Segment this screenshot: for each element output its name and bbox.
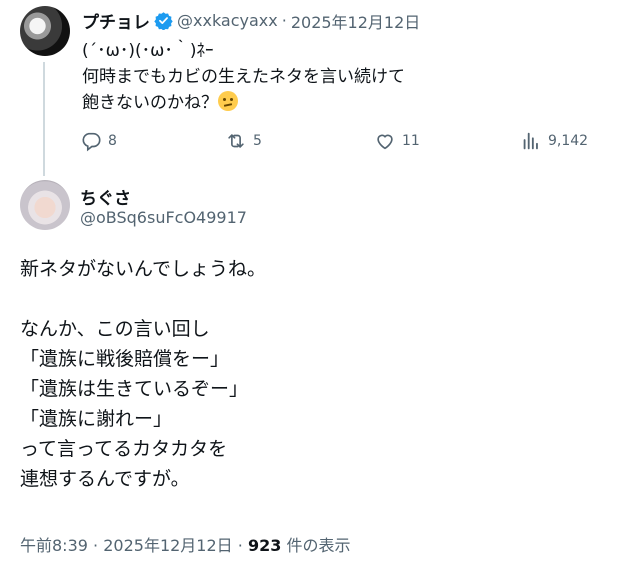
verified-badge-icon: [154, 12, 173, 30]
tweet-date[interactable]: 2025年12月12日: [291, 9, 420, 33]
heart-icon: [377, 134, 393, 150]
avatar[interactable]: [20, 180, 70, 230]
tweet-text-body: (´･ω･)(･ω･｀)ﾈｰ 何時までもカビの生えたネタを言い続けて 飽きないの…: [82, 41, 405, 113]
views-label: 件の表示: [286, 536, 351, 555]
main-tweet-header: ちぐさ @oBSq6suFcO49917: [20, 180, 610, 236]
separator-dot: ·: [281, 11, 287, 30]
thinking-face-emoji-icon: [218, 91, 238, 111]
avatar[interactable]: [20, 6, 70, 56]
separator-dot: ·: [237, 536, 243, 555]
like-button[interactable]: 11: [374, 130, 420, 152]
tweet-actions: 8 5 11 9,142: [80, 130, 590, 154]
handle[interactable]: @oBSq6suFcO49917: [80, 208, 247, 227]
handle[interactable]: @xxkacyaxx: [177, 11, 278, 30]
views-button[interactable]: 9,142: [520, 130, 588, 152]
views-count: 9,142: [548, 133, 589, 149]
tweet-text: (´･ω･)(･ω･｀)ﾈｰ 何時までもカビの生えたネタを言い続けて 飽きないの…: [82, 38, 405, 116]
reply-button[interactable]: 8: [80, 130, 117, 152]
repost-icon: [228, 134, 244, 148]
tweet-time[interactable]: 午前8:39: [20, 536, 88, 555]
display-name[interactable]: ちぐさ: [80, 184, 131, 209]
views-count: 923: [247, 536, 282, 555]
thread-connector-line: [43, 62, 45, 176]
repost-count: 5: [253, 133, 262, 149]
main-tweet-text: 新ネタがないんでしょうね。 なんか、この言い回し 「遺族に戦後賠償をー」 「遺族…: [20, 258, 267, 490]
tweet-date[interactable]: 2025年12月12日: [103, 536, 232, 555]
reply-icon: [82, 132, 101, 152]
display-name[interactable]: プチョレ: [82, 8, 150, 33]
like-count: 11: [402, 133, 420, 149]
tweet-metadata: 午前8:39 · 2025年12月12日 · 923 件の表示: [20, 532, 350, 556]
analytics-icon: [523, 132, 538, 150]
parent-tweet[interactable]: プチョレ @xxkacyaxx · 2025年12月12日 (´･ω･)(･ω･…: [0, 0, 630, 176]
reply-count: 8: [108, 133, 117, 149]
separator-dot: ·: [93, 536, 99, 555]
repost-button[interactable]: 5: [225, 130, 262, 152]
parent-tweet-header: プチョレ @xxkacyaxx · 2025年12月12日: [82, 8, 420, 33]
